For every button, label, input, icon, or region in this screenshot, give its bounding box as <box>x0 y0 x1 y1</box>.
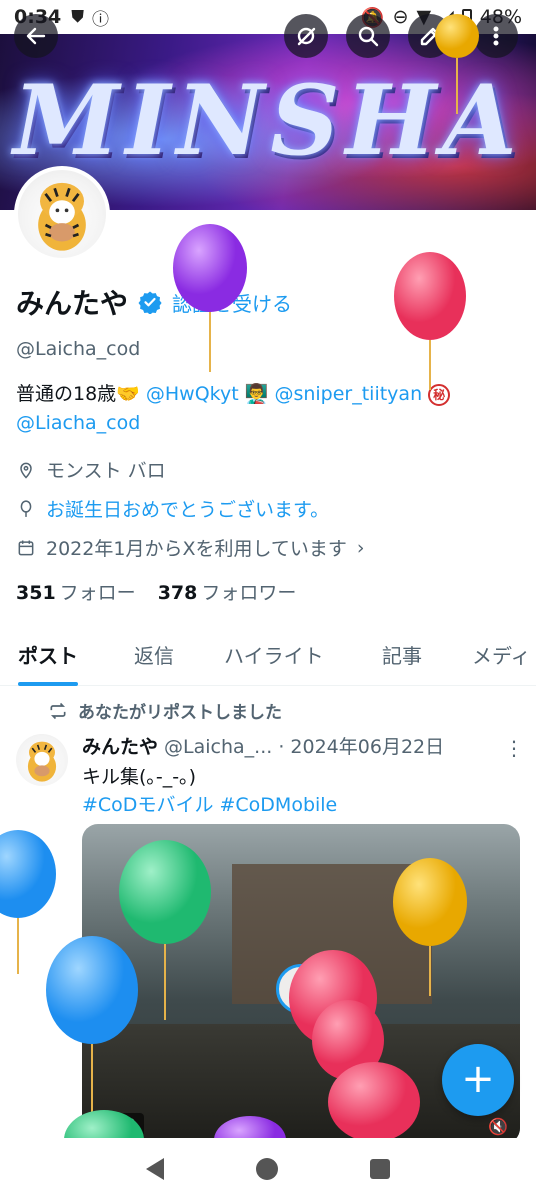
search-button[interactable] <box>346 14 390 58</box>
bio-mention-liacha[interactable]: @Liacha_cod <box>16 412 140 434</box>
birthday-row: お誕生日おめでとうございます。 <box>16 495 329 522</box>
profile-avatar[interactable] <box>14 166 110 262</box>
followers-link[interactable]: 378 フォロワー <box>158 578 297 605</box>
repost-text: あなたがリポストしました <box>78 703 282 723</box>
balloon-pink <box>394 252 466 390</box>
joined-text: 2022年1月からXを利用しています <box>46 538 347 560</box>
status-bar: 0:34 ⛊ ⓘ 🔕 ⊖ ▼ ◢ 48% <box>0 0 536 34</box>
bio-text-1: 普通の18歳🤝 <box>16 383 146 405</box>
profile-bio: 普通の18歳🤝 @HwQkyt 👨‍🏫 @sniper_tiityan 秘 @L… <box>16 380 521 438</box>
nav-home-icon[interactable] <box>256 1158 278 1180</box>
followers-label: フォロワー <box>201 582 297 604</box>
tiger-avatar-image <box>38 182 86 251</box>
system-nav-bar <box>0 1138 536 1200</box>
repost-indicator: あなたがリポストしました <box>48 698 282 723</box>
nav-back-icon[interactable] <box>146 1158 164 1180</box>
arrow-left-icon <box>26 27 46 45</box>
profile-tabs: ポスト 返信 ハイライト 記事 メディ <box>0 624 536 686</box>
compose-button[interactable]: + <box>442 1044 514 1116</box>
bio-mention-hwqkyt[interactable]: @HwQkyt <box>146 383 239 405</box>
profile-handle: @Laicha_cod <box>16 338 141 360</box>
post-author-avatar[interactable] <box>16 734 68 786</box>
pencil-icon <box>420 27 439 46</box>
calendar-icon <box>18 540 34 555</box>
tab-highlights[interactable]: ハイライト <box>224 624 324 686</box>
video-duration: 1:50 <box>92 1113 144 1136</box>
display-name: みんたや <box>16 287 129 320</box>
following-link[interactable]: 351 フォロー <box>16 578 136 605</box>
tiger-avatar-image <box>27 741 57 782</box>
post-author-name[interactable]: みんたや <box>82 736 158 758</box>
play-icon[interactable] <box>276 964 326 1014</box>
following-label: フォロー <box>59 582 136 604</box>
followers-count: 378 <box>157 582 198 604</box>
balloon-icon <box>20 499 32 517</box>
bio-mention-sniper[interactable]: @sniper_tiityan <box>274 383 422 405</box>
chevron-right-icon: › <box>356 536 365 559</box>
more-vertical-icon <box>493 26 499 46</box>
verified-badge-icon[interactable] <box>138 290 162 314</box>
info-icon: ⓘ <box>92 9 110 30</box>
volume-mute-icon[interactable]: 🔇 <box>488 1117 508 1136</box>
video-scene <box>232 864 432 1004</box>
follow-stats: 351 フォロー 378 フォロワー <box>16 578 296 605</box>
battery-icon <box>461 8 472 26</box>
back-button[interactable] <box>14 14 58 58</box>
grok-icon <box>297 27 316 46</box>
more-button[interactable] <box>474 14 518 58</box>
profile-screen: 0:34 ⛊ ⓘ 🔕 ⊖ ▼ ◢ 48% MINSHA <box>0 0 536 1200</box>
tab-replies[interactable]: 返信 <box>134 624 174 686</box>
name-row: みんたや 認証を受ける <box>16 282 292 322</box>
following-count: 351 <box>16 582 56 604</box>
bio-text-2: 👨‍🏫 <box>238 383 275 405</box>
shield-icon: ⛊ <box>71 7 85 27</box>
location-row: モンスト バロ <box>16 456 166 483</box>
balloon-blue-left <box>0 830 56 974</box>
post-date: · 2024年06月22日 <box>278 736 445 758</box>
banner-title: MINSHA <box>13 64 523 177</box>
joined-row[interactable]: 2022年1月からXを利用しています › <box>16 534 365 561</box>
get-verified-link[interactable]: 認証を受ける <box>172 288 292 317</box>
post-header: みんたや @Laicha_... · 2024年06月22日 <box>82 732 444 759</box>
repost-icon <box>50 702 66 719</box>
post-hashtags[interactable]: #CoDモバイル #CoDMobile <box>82 790 337 817</box>
location-text: モンスト バロ <box>46 460 166 482</box>
grok-button[interactable] <box>284 14 328 58</box>
nav-recents-icon[interactable] <box>370 1159 390 1179</box>
tab-articles[interactable]: 記事 <box>382 624 422 686</box>
search-icon <box>358 26 379 47</box>
edit-button[interactable] <box>408 14 452 58</box>
post-author-handle[interactable]: @Laicha_... <box>164 736 272 758</box>
post-text: キル集(｡-_-｡) <box>82 766 197 788</box>
birthday-text[interactable]: お誕生日おめでとうございます。 <box>46 495 329 522</box>
tab-posts[interactable]: ポスト <box>18 624 78 686</box>
dnd-icon: ⊖ <box>392 6 409 28</box>
secret-mark-icon: 秘 <box>428 383 451 406</box>
post-more-icon[interactable]: ⋮ <box>504 736 524 760</box>
tab-media[interactable]: メディ <box>472 624 531 686</box>
location-pin-icon <box>20 462 32 479</box>
